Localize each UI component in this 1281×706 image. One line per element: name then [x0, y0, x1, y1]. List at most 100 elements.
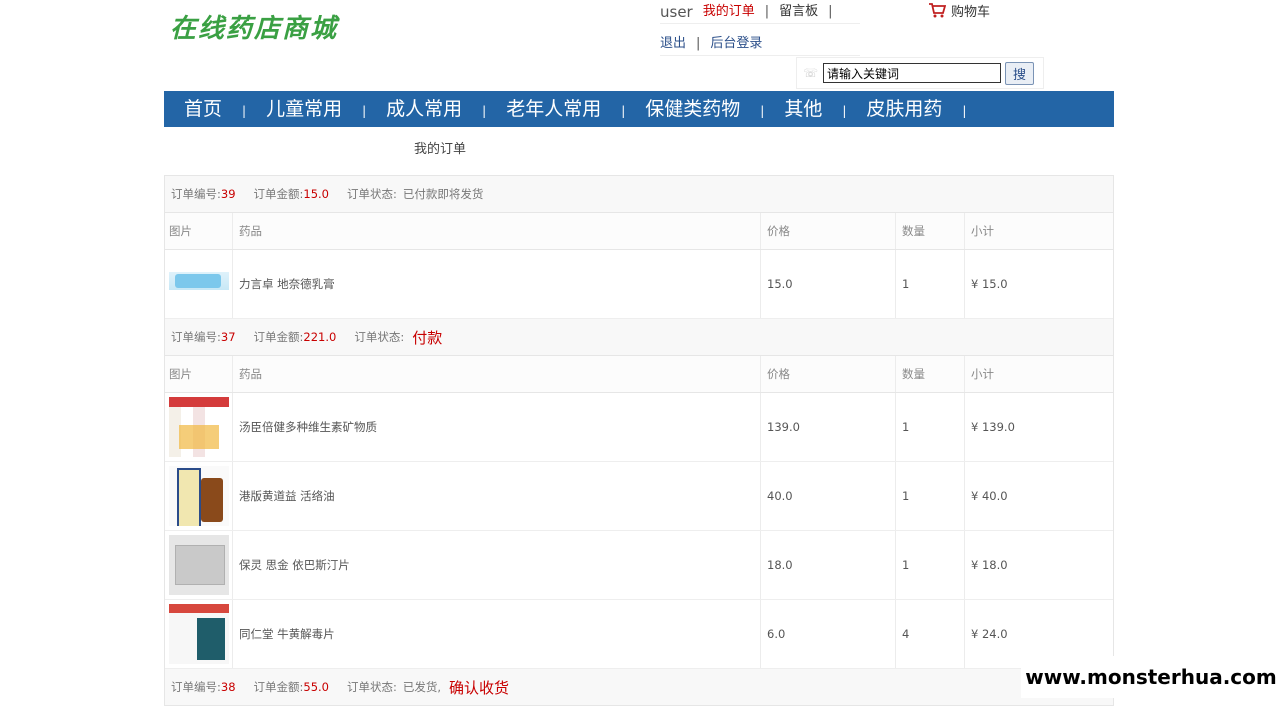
search-button[interactable]: 搜: [1005, 61, 1034, 85]
table-row: 港版黄道益 活络油 40.0 1 ¥ 40.0: [165, 462, 1113, 531]
col-name-header: 药品: [233, 213, 761, 249]
order-no-value: 37: [220, 330, 236, 344]
table-row: 保灵 思金 依巴斯汀片 18.0 1 ¥ 18.0: [165, 531, 1113, 600]
product-price: 18.0: [761, 531, 896, 599]
col-qty-header: 数量: [896, 356, 965, 392]
order-status-label: 订单状态:: [347, 187, 397, 201]
col-subtotal-header: 小计: [971, 367, 994, 381]
table-header: 图片 药品 价格 数量 小计: [165, 356, 1113, 393]
admin-login-link[interactable]: 后台登录: [710, 34, 762, 55]
nav-separator: |: [362, 104, 367, 118]
nav-item-other[interactable]: 其他: [784, 91, 822, 127]
product-qty: 1: [896, 531, 965, 599]
product-image-cell[interactable]: [165, 250, 233, 318]
product-qty: 4: [896, 600, 965, 668]
product-price: 139.0: [761, 393, 896, 461]
order-status-value: 已付款即将发货: [402, 187, 484, 201]
nav-separator: |: [760, 104, 765, 118]
my-orders-link[interactable]: 我的订单: [703, 2, 755, 23]
product-name[interactable]: 同仁堂 牛黄解毒片: [233, 600, 761, 668]
phone-icon: ☏: [803, 66, 819, 80]
medicine-box-image[interactable]: [169, 604, 229, 664]
product-image-cell[interactable]: [165, 462, 233, 530]
cart-label: 购物车: [951, 4, 991, 20]
user-name: user: [660, 3, 693, 21]
col-subtotal-header: 小计: [971, 224, 994, 238]
product-name[interactable]: 力言卓 地奈德乳膏: [233, 250, 761, 318]
cart-icon: [929, 3, 946, 18]
product-name[interactable]: 保灵 思金 依巴斯汀片: [233, 531, 761, 599]
table-row: 汤臣倍健多种维生素矿物质 139.0 1 ¥ 139.0: [165, 393, 1113, 462]
order-amount-label: 订单金额:: [253, 680, 304, 694]
order-no-label: 订单编号:: [171, 330, 221, 344]
product-name[interactable]: 汤臣倍健多种维生素矿物质: [233, 393, 761, 461]
search-input[interactable]: [823, 63, 1001, 83]
table-header: 图片 药品 价格 数量 小计: [165, 213, 1113, 250]
main-nav: 首页 | 儿童常用 | 成人常用 | 老年人常用 | 保健类药物 | 其他 | …: [164, 91, 1114, 127]
col-image-header: 图片: [165, 356, 233, 392]
order-header: 订单编号: 37 订单金额: 221.0 订单状态: 付款: [165, 319, 1113, 356]
product-subtotal: ¥ 18.0: [971, 558, 1008, 572]
col-price-header: 价格: [761, 213, 896, 249]
separator: |: [696, 36, 701, 51]
nav-separator: |: [242, 104, 247, 118]
col-name-header: 药品: [233, 356, 761, 392]
order-no-value: 39: [220, 187, 236, 201]
top-links-row-1: user 我的订单 | 留言板 |: [660, 2, 860, 24]
order-amount-value: 15.0: [303, 187, 329, 201]
col-image-header: 图片: [165, 213, 233, 249]
top-links-row-2: 退出 | 后台登录: [660, 34, 860, 56]
nav-item-adults[interactable]: 成人常用: [386, 91, 462, 127]
nav-item-health[interactable]: 保健类药物: [645, 91, 740, 127]
product-subtotal: ¥ 15.0: [971, 277, 1008, 291]
order-amount-label: 订单金额:: [253, 330, 304, 344]
product-subtotal: ¥ 40.0: [971, 489, 1008, 503]
product-image-cell[interactable]: [165, 600, 233, 668]
confirm-receipt-button[interactable]: 确认收货: [449, 677, 509, 698]
product-price: 15.0: [761, 250, 896, 318]
product-image-cell[interactable]: [165, 531, 233, 599]
vitamin-bottles-image[interactable]: [169, 397, 229, 457]
product-name[interactable]: 港版黄道益 活络油: [233, 462, 761, 530]
page-title: 我的订单: [414, 142, 467, 157]
col-qty-header: 数量: [896, 213, 965, 249]
table-row: 力言卓 地奈德乳膏 15.0 1 ¥ 15.0: [165, 250, 1113, 319]
nav-separator: |: [621, 104, 626, 118]
message-board-link[interactable]: 留言板: [779, 2, 818, 23]
order-header: 订单编号: 38 订单金额: 55.0 订单状态: 已发货, 确认收货: [165, 669, 1113, 706]
cart-link[interactable]: 购物车: [928, 0, 990, 20]
product-price: 6.0: [761, 600, 896, 668]
watermark: www.monsterhua.com: [1021, 656, 1281, 698]
separator: |: [828, 4, 833, 19]
order-no-label: 订单编号:: [171, 680, 221, 694]
product-price: 40.0: [761, 462, 896, 530]
orders-table: 订单编号: 39 订单金额: 15.0 订单状态: 已付款即将发货 图片 药品 …: [164, 175, 1114, 706]
nav-separator: |: [842, 104, 847, 118]
table-row: 同仁堂 牛黄解毒片 6.0 4 ¥ 24.0: [165, 600, 1113, 669]
search-box: ☏ 搜: [796, 57, 1044, 89]
order-no-label: 订单编号:: [171, 187, 221, 201]
nav-item-home[interactable]: 首页: [184, 91, 222, 127]
order-status-value: 已发货,: [402, 680, 442, 694]
order-amount-label: 订单金额:: [253, 187, 304, 201]
tablet-packet-image[interactable]: [169, 535, 229, 595]
order-amount-value: 221.0: [303, 330, 337, 344]
nav-item-children[interactable]: 儿童常用: [266, 91, 342, 127]
logout-link[interactable]: 退出: [660, 34, 686, 55]
cream-tube-image[interactable]: [169, 254, 229, 314]
product-qty: 1: [896, 250, 965, 318]
separator: |: [764, 4, 770, 19]
order-status-label: 订单状态:: [347, 680, 397, 694]
nav-separator: |: [962, 104, 967, 118]
site-logo[interactable]: 在线药店商城: [170, 8, 338, 45]
order-status-label: 订单状态:: [354, 330, 405, 344]
product-qty: 1: [896, 462, 965, 530]
nav-item-skin[interactable]: 皮肤用药: [866, 91, 942, 127]
product-image-cell[interactable]: [165, 393, 233, 461]
col-price-header: 价格: [761, 356, 896, 392]
pay-button[interactable]: 付款: [412, 327, 442, 348]
product-subtotal: ¥ 139.0: [971, 420, 1015, 434]
nav-item-elderly[interactable]: 老年人常用: [506, 91, 601, 127]
nav-separator: |: [482, 104, 487, 118]
oil-bottle-image[interactable]: [169, 466, 229, 526]
